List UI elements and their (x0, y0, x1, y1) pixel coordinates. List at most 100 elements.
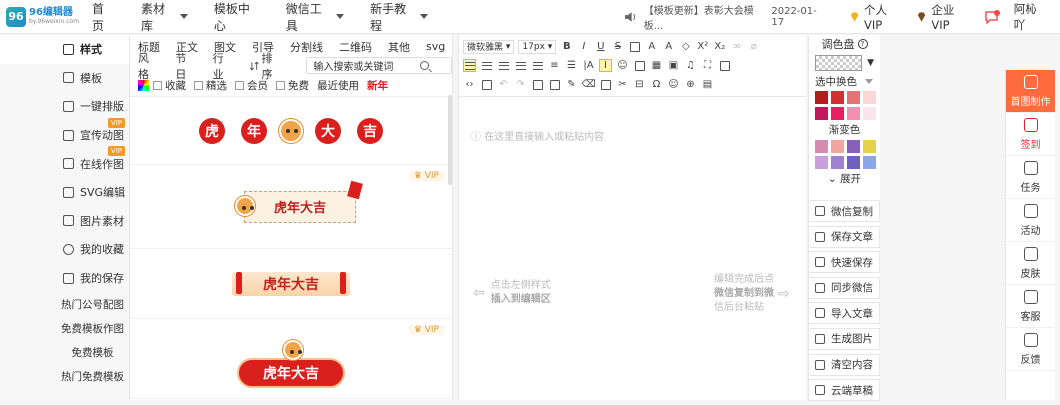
color-filter-icon[interactable] (138, 80, 149, 91)
font-color-icon[interactable]: A (645, 40, 658, 53)
link-icon[interactable]: ∞ (730, 40, 743, 53)
gradient-swatch-1[interactable] (831, 140, 844, 153)
clear-format-icon[interactable]: ◇ (679, 40, 692, 53)
nav-templates[interactable]: 模板中心 (214, 0, 260, 34)
cat-style[interactable]: 风格 (138, 50, 159, 82)
indent-icon[interactable] (531, 59, 544, 72)
skin-button[interactable]: 皮肤 (1006, 242, 1055, 285)
color-swatch-3[interactable] (863, 91, 876, 104)
left-nav-favorites[interactable]: 我的收藏 (0, 235, 129, 264)
chevron-down-icon[interactable]: ▼ (867, 58, 874, 68)
checkbox[interactable] (235, 81, 244, 90)
cat-qrcode[interactable]: 二维码 (339, 39, 372, 55)
underline-icon[interactable]: U (594, 40, 607, 53)
table-icon[interactable]: ▦ (650, 59, 663, 72)
bg-color-icon[interactable]: A (662, 40, 675, 53)
left-nav-sub-3[interactable]: 免费模板 (0, 340, 129, 364)
align-left-icon[interactable] (463, 59, 476, 72)
bold-icon[interactable]: B (560, 40, 573, 53)
left-nav-template[interactable]: 模板 (0, 64, 129, 93)
filter-free[interactable]: 免费 (276, 78, 309, 93)
color-swatch-1[interactable] (831, 91, 844, 104)
task-button[interactable]: 任务 (1006, 156, 1055, 199)
palette-color-select[interactable]: ▼ (815, 55, 874, 71)
nav-wechat-tools[interactable]: 微信工具 (286, 0, 345, 34)
color-swatch-6[interactable] (847, 107, 860, 120)
notice[interactable]: 【模板更新】表彰大会模板... 2022-01-17 (624, 2, 826, 32)
left-nav-format[interactable]: 一键排版 (0, 92, 129, 121)
color-swatch-0[interactable] (815, 91, 828, 104)
checkbox[interactable] (153, 81, 162, 90)
template-item-2[interactable]: ♛ VIP 虎年大吉 (130, 165, 452, 249)
align-center-icon[interactable] (480, 59, 493, 72)
unlink-icon[interactable]: ⌀ (747, 40, 760, 53)
line-spacing-icon[interactable]: ≡ (548, 59, 561, 72)
generate-image-button[interactable]: 生成图片 (808, 327, 880, 350)
transparent-swatch[interactable] (815, 55, 863, 71)
gradient-swatch-2[interactable] (847, 140, 860, 153)
italic-icon[interactable]: I (577, 40, 590, 53)
nav-home[interactable]: 首页 (92, 0, 115, 34)
service-button[interactable]: 客服 (1006, 285, 1055, 328)
nav-tutorial[interactable]: 新手教程 (370, 0, 429, 34)
user-name[interactable]: 阿杺吖 (1014, 1, 1046, 33)
copy-icon[interactable] (599, 78, 612, 91)
superscript-icon[interactable]: X² (696, 40, 709, 53)
quick-save-button[interactable]: 快速保存 (808, 251, 880, 274)
filter-new-year[interactable]: 新年 (367, 78, 388, 93)
align-right-icon[interactable] (497, 59, 510, 72)
checkbox[interactable] (194, 81, 203, 90)
gradient-swatch-0[interactable] (815, 140, 828, 153)
letter-spacing-icon[interactable]: |A (582, 59, 595, 72)
left-nav-sub-4[interactable]: 热门免费模板 (0, 364, 129, 388)
corp-vip[interactable]: 企业VIP (916, 2, 969, 32)
align-justify-icon[interactable] (514, 59, 527, 72)
save-article-button[interactable]: 保存文章 (808, 225, 880, 248)
color-swatch-7[interactable] (863, 107, 876, 120)
gradient-swatch-3[interactable] (863, 140, 876, 153)
sign-in-button[interactable]: 签到 (1006, 113, 1055, 156)
cover-maker-button[interactable]: 首图制作 (1006, 70, 1055, 113)
font-size-select[interactable]: 17px ▾ (518, 39, 557, 54)
fullscreen-icon[interactable]: ⛶ (701, 59, 714, 72)
hr-icon[interactable]: ⊟ (633, 78, 646, 91)
left-nav-gif[interactable]: 宣传动图 VIP (0, 117, 129, 150)
left-nav-images[interactable]: 图片素材 (0, 207, 129, 236)
border-icon[interactable] (628, 40, 641, 53)
filter-collect[interactable]: 收藏 (153, 78, 186, 93)
code-icon[interactable]: ▤ (701, 78, 714, 91)
gradient-swatch-5[interactable] (831, 156, 844, 169)
tools-icon[interactable]: ✂ (616, 78, 629, 91)
left-nav-svg[interactable]: SVG编辑 (0, 178, 129, 207)
undo-icon[interactable]: ↶ (497, 78, 510, 91)
gradient-swatch-4[interactable] (815, 156, 828, 169)
template-item-4[interactable]: ♛ VIP 虎年大吉 (130, 319, 452, 399)
cat-industry[interactable]: 行业 (213, 50, 234, 82)
face-icon[interactable]: ☺ (667, 78, 680, 91)
expand-button[interactable]: ⌄ 展开 (809, 171, 880, 187)
eraser-icon[interactable]: ⌫ (581, 78, 595, 91)
html-icon[interactable]: ‹› (463, 78, 476, 91)
font-family-select[interactable]: 微软雅黑 ▾ (463, 39, 515, 54)
nav-materials[interactable]: 素材库 (141, 0, 188, 34)
template-item-3[interactable]: 虎年大吉 (130, 249, 452, 319)
checkbox[interactable] (276, 81, 285, 90)
left-nav-draw[interactable]: 在线作图 VIP (0, 146, 129, 178)
activity-button[interactable]: 活动 (1006, 199, 1055, 242)
audio-icon[interactable]: ♫ (684, 59, 697, 72)
color-swatch-5[interactable] (831, 107, 844, 120)
filter-member[interactable]: 会员 (235, 78, 268, 93)
feedback-button[interactable]: 反馈 (1006, 328, 1055, 371)
editor-placeholder[interactable]: ⓘ 在这里直接输入或粘贴内容 (471, 131, 604, 145)
brush-icon[interactable]: ✎ (565, 78, 578, 91)
search-input[interactable]: 输入搜索或关键词 (306, 57, 452, 74)
subscript-icon[interactable]: X₂ (713, 40, 726, 53)
paste-icon[interactable] (548, 78, 561, 91)
redo-icon[interactable]: ↷ (514, 78, 527, 91)
sync-wechat-button[interactable]: 同步微信 (808, 276, 880, 299)
logo[interactable]: 96 96编辑器 by.96weixin.com (0, 6, 92, 27)
cat-svg[interactable]: svg (426, 40, 445, 53)
sort-button[interactable]: 排序 (249, 50, 298, 82)
filter-select[interactable]: 精选 (194, 78, 227, 93)
search-icon[interactable] (419, 61, 429, 70)
